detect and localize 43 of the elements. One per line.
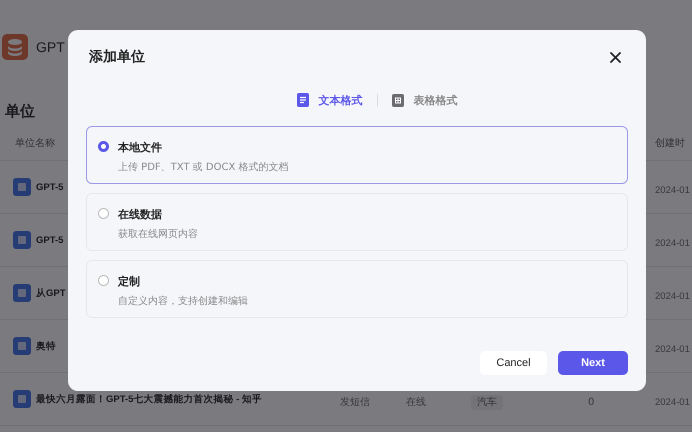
unit-name[interactable]: 奥特: [36, 340, 56, 352]
table-cell: 发短信: [340, 396, 370, 408]
document-icon: [13, 390, 31, 408]
cancel-button[interactable]: Cancel: [480, 351, 547, 375]
source-option[interactable]: 本地文件 上传 PDF、TXT 或 DOCX 格式的文档: [86, 126, 628, 184]
format-tab[interactable]: 表格格式: [414, 92, 458, 108]
unit-name[interactable]: GPT-5: [36, 234, 64, 246]
date-cell: 2024-01: [655, 238, 690, 248]
radio-button[interactable]: [98, 208, 109, 219]
unit-name[interactable]: 从GPT: [36, 286, 66, 300]
table-icon: [392, 94, 404, 106]
date-cell: 2024-01: [655, 396, 690, 408]
document-icon: [13, 337, 31, 355]
document-icon: [13, 178, 31, 196]
app-title: GPT: [36, 38, 65, 54]
document-icon: [13, 284, 31, 302]
unit-name[interactable]: 最快六月露面！GPT-5七大震撼能力首次揭秘 - 知乎: [36, 392, 262, 406]
option-title: 本地文件: [118, 140, 162, 155]
source-option[interactable]: 在线数据 获取在线网页内容: [86, 193, 628, 251]
date-cell: 2024-01: [655, 290, 690, 302]
format-tab[interactable]: 文本格式: [318, 92, 362, 108]
source-option[interactable]: 定制 自定义内容，支持创建和编辑: [86, 260, 628, 318]
dialog-title: 添加单位: [89, 48, 145, 66]
close-icon[interactable]: [610, 52, 621, 62]
category-tag: 汽车: [471, 394, 503, 410]
date-cell: 2024-01: [655, 344, 690, 354]
unit-name[interactable]: GPT-5: [36, 182, 64, 192]
option-description: 自定义内容，支持创建和编辑: [118, 294, 248, 308]
document-icon: [296, 93, 308, 107]
option-description: 获取在线网页内容: [118, 228, 198, 241]
status-cell: 在线: [406, 396, 426, 408]
column-header: 单位名称: [14, 136, 55, 150]
option-title: 在线数据: [118, 207, 162, 222]
count-cell: 0: [588, 396, 594, 408]
option-title: 定制: [118, 274, 140, 289]
document-icon: [13, 231, 31, 249]
next-button[interactable]: Next: [558, 351, 628, 375]
radio-button[interactable]: [98, 141, 109, 152]
column-header: 创建时: [655, 136, 686, 150]
option-description: 上传 PDF、TXT 或 DOCX 格式的文档: [118, 160, 288, 174]
date-cell: 2024-01: [655, 184, 690, 196]
radio-button[interactable]: [98, 275, 109, 286]
section-title: 单位: [5, 102, 36, 122]
